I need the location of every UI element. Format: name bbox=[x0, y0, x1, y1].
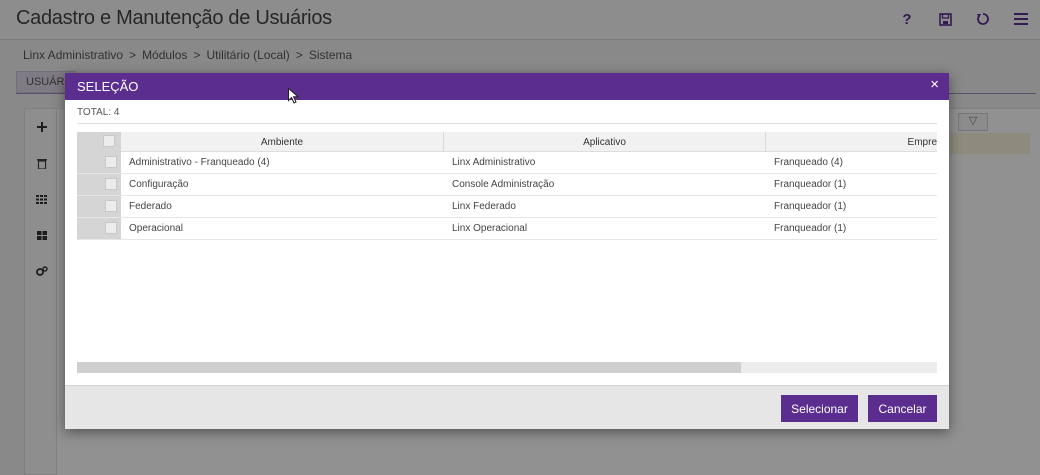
cell-aplicativo: Linx Operacional bbox=[452, 223, 528, 234]
scrollbar-thumb[interactable] bbox=[77, 362, 741, 373]
cell-ambiente: Configuração bbox=[129, 179, 189, 190]
row-checkbox[interactable] bbox=[105, 200, 117, 212]
table-row[interactable]: Configuração Console Administração Franq… bbox=[77, 174, 937, 196]
row-checkbox[interactable] bbox=[105, 156, 117, 168]
divider bbox=[77, 123, 937, 124]
table-row[interactable]: Operacional Linx Operacional Franqueador… bbox=[77, 218, 937, 240]
cell-empresa: Franqueado (4) bbox=[774, 157, 843, 168]
modal-header: SELEÇÃO × bbox=[65, 73, 949, 100]
cell-empresa: Franqueador (1) bbox=[774, 223, 847, 234]
cancel-button[interactable]: Cancelar bbox=[868, 395, 937, 422]
cell-empresa: Franqueador (1) bbox=[774, 179, 847, 190]
cell-aplicativo: Linx Federado bbox=[452, 201, 516, 212]
row-checkbox[interactable] bbox=[105, 222, 117, 234]
selection-grid: Ambiente Aplicativo Empre Administrativo… bbox=[77, 132, 937, 361]
select-button[interactable]: Selecionar bbox=[781, 395, 858, 422]
cell-ambiente: Administrativo - Franqueado (4) bbox=[129, 157, 270, 168]
select-all-cell bbox=[77, 132, 121, 152]
cell-empresa: Franqueador (1) bbox=[774, 201, 847, 212]
horizontal-scrollbar[interactable] bbox=[77, 362, 937, 373]
table-row[interactable]: Federado Linx Federado Franqueador (1) bbox=[77, 196, 937, 218]
modal-title: SELEÇÃO bbox=[77, 79, 139, 94]
close-icon[interactable]: × bbox=[930, 76, 939, 93]
grid-header: Ambiente Aplicativo Empre bbox=[77, 132, 937, 152]
cell-ambiente: Federado bbox=[129, 201, 172, 212]
modal-footer: Selecionar Cancelar bbox=[65, 385, 949, 429]
cell-aplicativo: Linx Administrativo bbox=[452, 157, 536, 168]
row-select-cell bbox=[77, 152, 121, 173]
select-all-checkbox[interactable] bbox=[103, 135, 115, 147]
column-header-aplicativo[interactable]: Aplicativo bbox=[444, 132, 766, 152]
cell-aplicativo: Console Administração bbox=[452, 179, 555, 190]
cell-ambiente: Operacional bbox=[129, 223, 183, 234]
column-header-ambiente[interactable]: Ambiente bbox=[121, 132, 444, 152]
row-select-cell bbox=[77, 196, 121, 217]
table-row[interactable]: Administrativo - Franqueado (4) Linx Adm… bbox=[77, 152, 937, 174]
row-select-cell bbox=[77, 218, 121, 239]
row-checkbox[interactable] bbox=[105, 178, 117, 190]
row-select-cell bbox=[77, 174, 121, 195]
selection-modal: SELEÇÃO × TOTAL: 4 Ambiente Aplicativo E… bbox=[65, 73, 949, 429]
column-header-empresa[interactable]: Empre bbox=[766, 132, 937, 152]
total-count: TOTAL: 4 bbox=[77, 107, 120, 118]
